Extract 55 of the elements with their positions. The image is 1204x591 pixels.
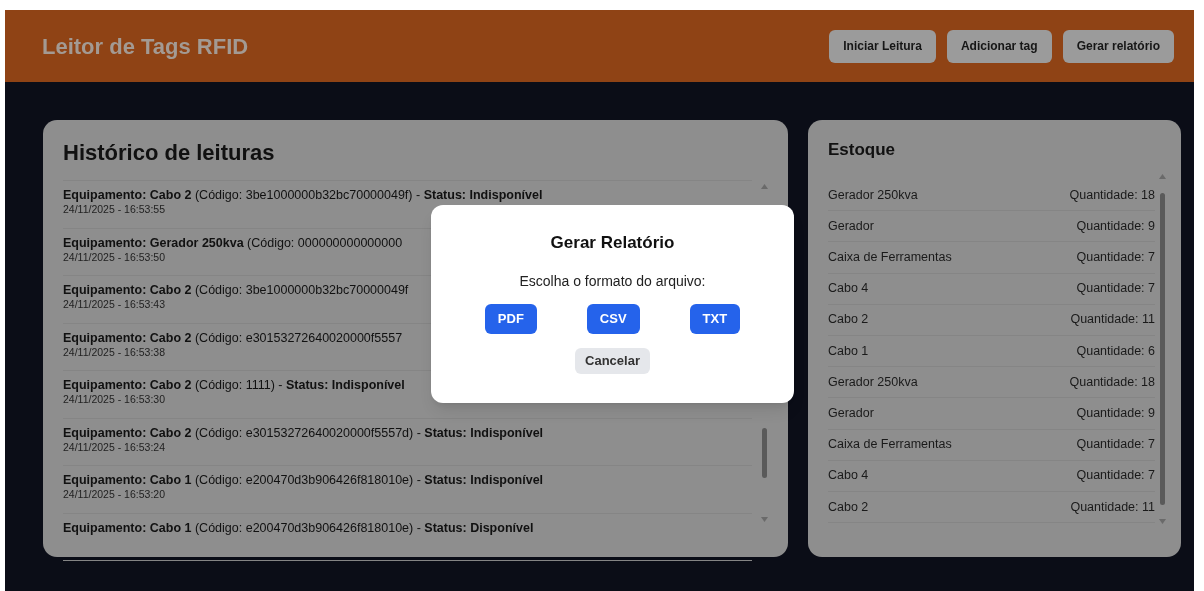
stock-quantity: Quantidade: 7 — [1076, 467, 1155, 485]
reading-timestamp: 24/11/2025 - 16:53:43 — [63, 298, 166, 311]
reading-timestamp: 24/11/2025 - 16:53:30 — [63, 393, 166, 406]
stock-quantity: Quantidade: 9 — [1076, 217, 1155, 235]
panel-title: Estoque — [828, 140, 897, 160]
reading-text: Equipamento: Cabo 2 (Código: 1111) - Status: Indisponível — [63, 377, 405, 393]
reading-timestamp: 24/11/2025 - 16:53:20 — [63, 488, 166, 501]
stock-quantity: Quantidade: 18 — [1069, 373, 1155, 391]
reading-text: Equipamento: Cabo 2 (Código: 3be1000000b32bc70000049f — [63, 282, 409, 298]
stock-item-name: Gerador — [828, 217, 874, 235]
reading-text: Equipamento: Cabo 2 (Código: e30153272640020000f5557 — [63, 329, 403, 346]
stock-item-name: Gerador 250kva — [828, 186, 918, 204]
stock-quantity: Quantidade: 7 — [1076, 436, 1155, 454]
reading-timestamp: 24/11/2025 - 16:53:55 — [63, 203, 166, 216]
stock-item-name: Cabo 2 — [828, 311, 869, 329]
format-button[interactable]: TXT — [689, 304, 741, 334]
app-title: Leitor de Tags RFID — [42, 32, 249, 61]
cancel-button[interactable]: Cancelar — [575, 348, 650, 374]
format-button[interactable]: PDF — [484, 304, 537, 334]
stock-item-name: Cabo 2 — [828, 498, 869, 516]
scrollbar-thumb[interactable] — [1159, 193, 1165, 505]
reading-text: Equipamento: Cabo 1 (Código: e200470d3b906426f818010e) - Status: Disponível — [63, 519, 534, 536]
stock-item-name: Caixa de Ferramentas — [828, 436, 952, 454]
reading-text: Equipamento: Gerador 250kva (Código: 000000000000000 — [63, 234, 403, 251]
scroll-up-icon[interactable] — [760, 184, 768, 189]
stock-quantity: Quantidade: 9 — [1076, 405, 1155, 423]
scroll-down-icon[interactable] — [760, 517, 768, 522]
header-button[interactable]: Gerar relatório — [1062, 29, 1174, 63]
stock-quantity: Quantidade: 7 — [1076, 280, 1155, 298]
header-button[interactable]: Iniciar Leitura — [829, 29, 936, 63]
dialog-title: Gerar Relatório — [550, 233, 675, 253]
format-button[interactable]: CSV — [586, 304, 640, 334]
reading-timestamp: 24/11/2025 - 16:53:50 — [63, 250, 166, 264]
stock-quantity: Quantidade: 7 — [1076, 249, 1155, 267]
stock-quantity: Quantidade: 11 — [1070, 498, 1155, 516]
scroll-up-icon[interactable] — [1158, 174, 1166, 179]
stock-item-name: Gerador 250kva — [828, 373, 918, 391]
reading-timestamp: 24/11/2025 - 16:53:38 — [63, 345, 166, 359]
reading-text: Equipamento: Cabo 2 (Código: e30153272640020000f5557d) - Status: Indisponível — [63, 424, 544, 441]
stock-quantity: Quantidade: 18 — [1069, 186, 1155, 204]
stock-item-name: Caixa de Ferramentas — [828, 249, 952, 267]
stock-item-name: Cabo 4 — [828, 467, 869, 485]
scrollbar-thumb[interactable] — [761, 428, 767, 478]
stock-item-name: Gerador — [828, 405, 874, 423]
stock-item-name: Cabo 1 — [828, 342, 869, 360]
reading-text: Equipamento: Cabo 1 (Código: e200470d3b906426f818010e) - Status: Indisponível — [63, 472, 544, 488]
panel-title: Histórico de leituras — [63, 140, 276, 166]
stock-quantity: Quantidade: 6 — [1076, 342, 1155, 360]
scroll-down-icon[interactable] — [1158, 519, 1166, 524]
header-button[interactable]: Adicionar tag — [946, 29, 1052, 63]
dialog-message: Escolha o formato do arquivo: — [519, 272, 706, 291]
stock-quantity: Quantidade: 11 — [1070, 311, 1155, 329]
reading-timestamp: 24/11/2025 - 16:53:24 — [63, 440, 166, 454]
stock-item-name: Cabo 4 — [828, 280, 869, 298]
reading-text: Equipamento: Cabo 2 (Código: 3be1000000b32bc70000049f) - Status: Indisponível — [63, 187, 543, 203]
